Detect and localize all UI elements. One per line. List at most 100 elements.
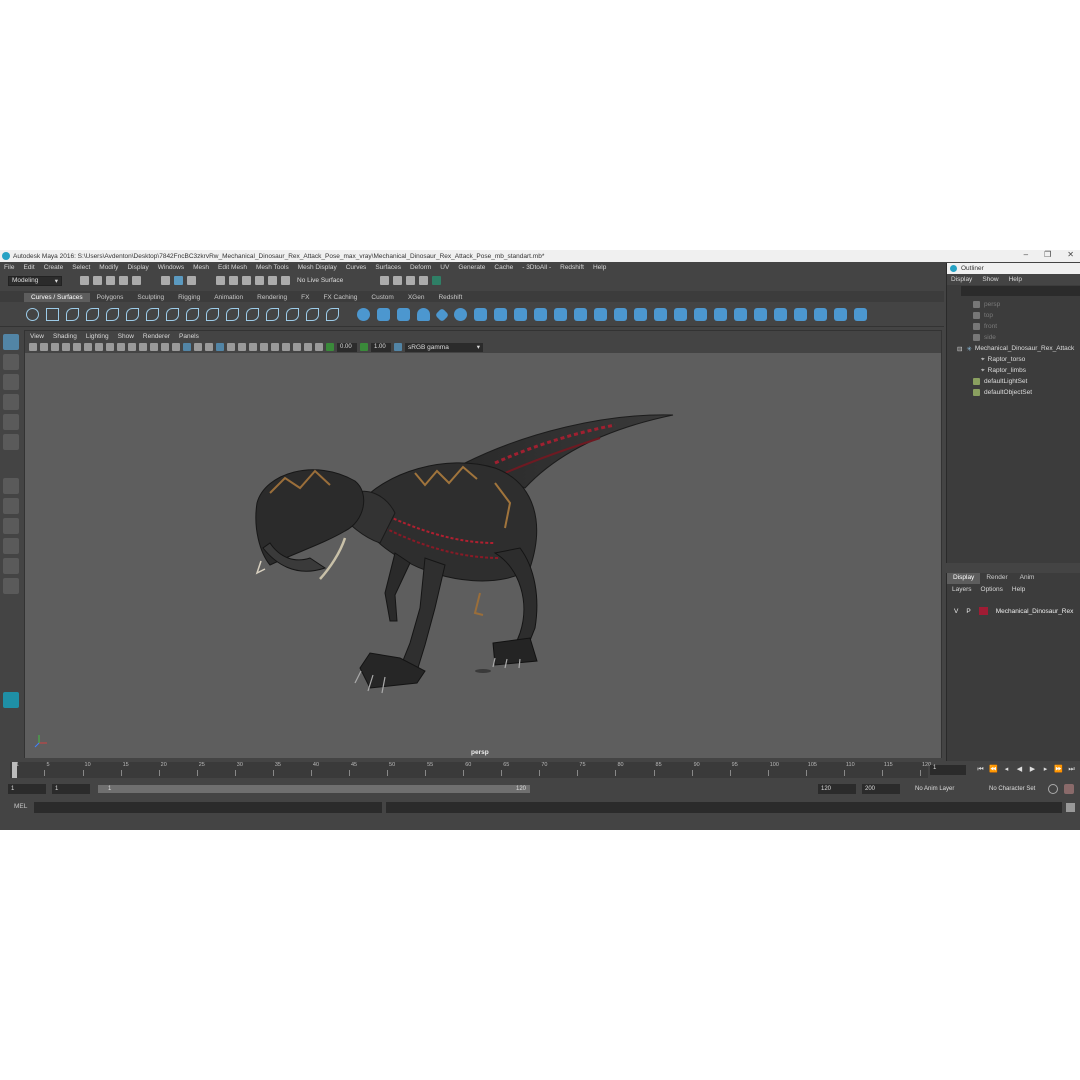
menu-generate[interactable]: Generate [458, 264, 485, 271]
render-view-icon[interactable] [380, 276, 389, 285]
range-bar[interactable]: 1 120 [98, 785, 530, 793]
close-button[interactable]: ✕ [1067, 250, 1074, 259]
menu-modify[interactable]: Modify [99, 264, 118, 271]
wireframe-on-shaded-icon[interactable] [194, 343, 202, 351]
menu-help[interactable]: Help [593, 264, 606, 271]
snap-point-icon[interactable] [242, 276, 251, 285]
go-to-end-icon[interactable]: ⏭ [1067, 765, 1076, 774]
tab-render[interactable]: Render [980, 573, 1013, 584]
open-close-icon[interactable] [754, 308, 767, 321]
layer-color-swatch[interactable] [978, 607, 988, 615]
bookmark-icon[interactable] [51, 343, 59, 351]
menu-windows[interactable]: Windows [158, 264, 184, 271]
menu-redshift[interactable]: Redshift [560, 264, 584, 271]
xray-active-icon[interactable] [315, 343, 323, 351]
collapse-icon[interactable]: ⊟ [957, 345, 962, 353]
step-back-key-icon[interactable]: ⏪ [989, 765, 998, 774]
layout-options-icon[interactable] [3, 578, 19, 594]
xray-joints-icon[interactable] [304, 343, 312, 351]
character-set-dropdown[interactable]: No Character Set [986, 784, 1046, 794]
layer-menu-layers[interactable]: Layers [952, 586, 972, 593]
exposure-icon[interactable] [326, 343, 334, 351]
bezier-curve-icon[interactable] [146, 308, 159, 321]
open-scene-icon[interactable] [93, 276, 102, 285]
outliner-item-raptor-torso[interactable]: ⌖ Raptor_torso [947, 354, 1080, 365]
screen-space-ao-icon[interactable] [238, 343, 246, 351]
view-transform-dropdown[interactable]: sRGB gamma ▾ [405, 342, 483, 352]
playback-end-field[interactable]: 120 [818, 784, 856, 794]
menu-mesh-tools[interactable]: Mesh Tools [256, 264, 289, 271]
single-perspective-icon[interactable] [3, 478, 19, 494]
xray-icon[interactable] [293, 343, 301, 351]
outliner-item-side[interactable]: side [947, 332, 1080, 343]
menu-mesh-display[interactable]: Mesh Display [298, 264, 337, 271]
nurbs-torus-icon[interactable] [454, 308, 467, 321]
bezier-anchor-icon[interactable] [326, 308, 339, 321]
nurbs-sphere-icon[interactable] [357, 308, 370, 321]
anim-layer-dropdown[interactable]: No Anim Layer [912, 784, 982, 794]
play-backward-icon[interactable]: ◀ [1015, 765, 1024, 774]
select-component-icon[interactable] [187, 276, 196, 285]
menu-edit[interactable]: Edit [23, 264, 34, 271]
minimize-button[interactable]: – [1024, 250, 1028, 259]
detach-curves-icon[interactable] [186, 308, 199, 321]
nurbs-square-icon[interactable] [46, 308, 59, 321]
planar-icon[interactable] [514, 308, 527, 321]
select-tool-icon[interactable] [3, 334, 19, 350]
pencil-curve-icon[interactable] [106, 308, 119, 321]
save-scene-icon[interactable] [106, 276, 115, 285]
menu-create[interactable]: Create [44, 264, 64, 271]
bevel-plus-icon[interactable] [574, 308, 587, 321]
nurbs-cylinder-icon[interactable] [397, 308, 410, 321]
maximize-button[interactable]: ❐ [1044, 250, 1051, 259]
cv-curve-icon[interactable] [66, 308, 79, 321]
outliner-menu-show[interactable]: Show [982, 276, 998, 283]
persp-outliner-icon[interactable] [3, 518, 19, 534]
menu-3dtoall[interactable]: - 3DtoAll - [522, 264, 551, 271]
four-view-icon[interactable] [3, 498, 19, 514]
arc-tool-icon[interactable] [126, 308, 139, 321]
camera-attributes-icon[interactable] [40, 343, 48, 351]
time-ruler[interactable]: 1 5 10 15 20 25 30 35 40 45 50 55 60 65 70 75 80 85 90 95 10… [10, 762, 931, 778]
menu-cache[interactable]: Cache [494, 264, 513, 271]
magnet-icon[interactable] [281, 276, 290, 285]
menu-mesh[interactable]: Mesh [193, 264, 209, 271]
outliner-item-dinosaur-group[interactable]: ⊟ ✳ Mechanical_Dinosaur_Rex_Attack [947, 343, 1080, 354]
playback-start-field[interactable]: 1 [52, 784, 90, 794]
use-all-lights-icon[interactable] [216, 343, 224, 351]
nurbs-plane-icon[interactable] [434, 307, 450, 322]
redo-icon[interactable] [132, 276, 141, 285]
2d-pan-zoom-icon[interactable] [73, 343, 81, 351]
layer-playback-toggle[interactable]: P [966, 608, 970, 615]
outliner-layout-icon[interactable] [3, 558, 19, 574]
render-frame-icon[interactable] [393, 276, 402, 285]
auto-key-icon[interactable] [1048, 784, 1058, 794]
shelf-tab-xgen[interactable]: XGen [401, 293, 432, 302]
scale-tool-icon[interactable] [3, 434, 19, 450]
menu-deform[interactable]: Deform [410, 264, 431, 271]
menu-edit-mesh[interactable]: Edit Mesh [218, 264, 247, 271]
select-hierarchy-icon[interactable] [161, 276, 170, 285]
shelf-tab-polygons[interactable]: Polygons [90, 293, 131, 302]
panel-menu-shading[interactable]: Shading [53, 333, 77, 340]
safe-title-icon[interactable] [161, 343, 169, 351]
script-editor-icon[interactable] [1066, 803, 1075, 812]
offset-curve-icon[interactable] [246, 308, 259, 321]
perspective-viewport[interactable]: persp [25, 353, 941, 758]
shelf-tab-custom[interactable]: Custom [364, 293, 400, 302]
menu-file[interactable]: File [4, 264, 14, 271]
untrim-icon[interactable] [694, 308, 707, 321]
nurbs-cone-icon[interactable] [417, 308, 430, 321]
preferences-icon[interactable] [1064, 784, 1074, 794]
ipr-render-icon[interactable] [406, 276, 415, 285]
panel-menu-lighting[interactable]: Lighting [86, 333, 109, 340]
extrude-icon[interactable] [534, 308, 547, 321]
scene-end-field[interactable]: 200 [862, 784, 900, 794]
shelf-tab-curves-surfaces[interactable]: Curves / Surfaces [24, 293, 90, 302]
shelf-tab-rigging[interactable]: Rigging [171, 293, 207, 302]
square-surface-icon[interactable] [614, 308, 627, 321]
live-surface-field[interactable]: No Live Surface [294, 275, 354, 286]
menu-uv[interactable]: UV [440, 264, 449, 271]
layer-row[interactable]: V P Mechanical_Dinosaur_Rex [947, 605, 1080, 617]
extend-curve-icon[interactable] [226, 308, 239, 321]
